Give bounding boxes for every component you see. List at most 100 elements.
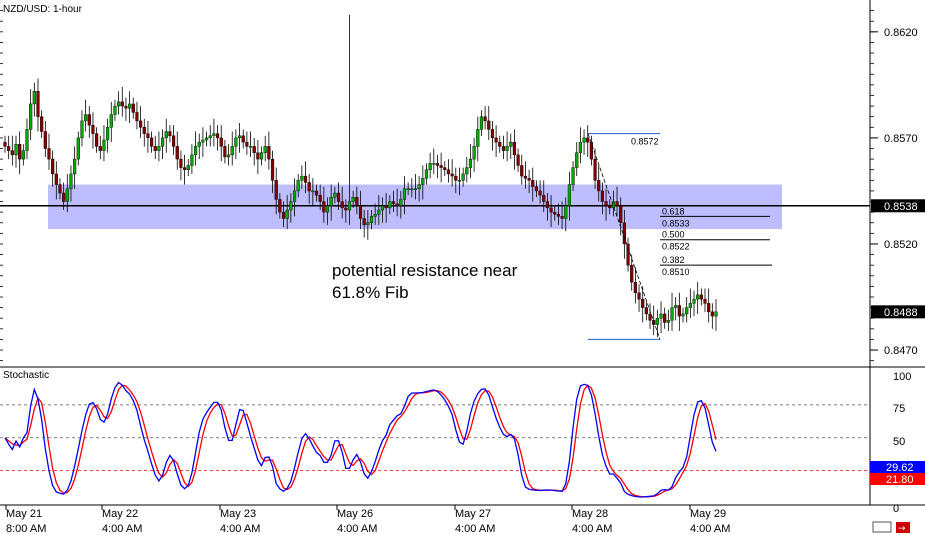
candle-body	[666, 320, 670, 323]
candle-body	[446, 169, 451, 175]
time-label-time: 4:00 AM	[455, 523, 495, 535]
candle-body	[549, 207, 553, 213]
candle-body	[351, 197, 355, 202]
candle-body	[523, 175, 528, 179]
candle-body	[439, 165, 443, 168]
scroll-mode-icon[interactable]	[872, 521, 892, 533]
current-price-tag-label: 0.8488	[884, 307, 918, 319]
candle-body	[388, 201, 392, 209]
candle-body	[252, 146, 256, 153]
candle-body	[703, 298, 707, 304]
candle-body	[175, 146, 179, 160]
candle-body	[208, 135, 212, 139]
candle-body	[564, 205, 568, 219]
candle-body	[182, 167, 187, 170]
candle-body	[73, 158, 77, 175]
candle-body	[87, 114, 91, 126]
candle-body	[494, 137, 498, 143]
candle-body	[377, 209, 381, 215]
price-tick-label-0: 0.8620	[884, 27, 918, 39]
fib-level-price-618: 0.8533	[662, 218, 690, 228]
candle-body	[18, 144, 22, 160]
candle-body	[223, 146, 227, 158]
time-label-date: May 26	[337, 508, 373, 520]
candle-body	[424, 169, 429, 179]
candle-body	[421, 177, 425, 185]
candle-body	[556, 214, 561, 217]
candle-body	[450, 173, 454, 177]
forex-chart[interactable]: NZD/USD: 1-hour 0.8572 0.618 0.8533 0.50…	[0, 0, 925, 535]
candle-body	[3, 141, 7, 147]
candle-body	[630, 264, 634, 283]
time-label-date: May 22	[102, 508, 138, 520]
candle-body	[157, 146, 161, 151]
price-tick-label-2: 0.8520	[884, 239, 918, 251]
candle-body	[193, 146, 198, 156]
candle-body	[615, 201, 619, 206]
candle-body	[14, 144, 18, 156]
candle-body	[498, 141, 502, 147]
candle-body	[263, 146, 267, 153]
candle-body	[124, 105, 128, 109]
candle-body	[117, 101, 121, 107]
candle-body	[692, 298, 696, 304]
candle-body	[47, 148, 51, 160]
candle-body	[604, 201, 608, 206]
candle-body	[325, 205, 330, 213]
candle-body	[197, 141, 201, 147]
time-label-time: 4:00 AM	[572, 523, 612, 535]
candle-body	[333, 192, 337, 198]
candle-body	[589, 141, 593, 160]
candle-body	[468, 158, 473, 168]
candle-body	[281, 211, 286, 219]
candle-body	[40, 116, 44, 132]
candle-body	[417, 184, 421, 190]
candle-body	[58, 184, 62, 194]
candle-body	[402, 188, 407, 200]
stoch-axis-label-75: 75	[893, 403, 905, 415]
candle-body	[509, 141, 513, 147]
time-label-time: 4:00 AM	[337, 523, 377, 535]
candle-body	[278, 199, 282, 213]
candle-body	[685, 307, 689, 315]
candle-body	[219, 137, 223, 147]
candle-body	[267, 146, 271, 160]
candle-body	[215, 133, 220, 139]
candle-body	[274, 180, 278, 200]
candle-body	[534, 186, 539, 192]
candle-body	[681, 313, 685, 317]
candle-body	[593, 158, 597, 181]
candle-body	[43, 131, 47, 149]
candle-body	[164, 131, 168, 139]
candle-body	[413, 188, 418, 191]
autoscroll-arrow: →	[898, 524, 906, 534]
candle-body	[688, 303, 692, 308]
candle-body	[296, 180, 300, 192]
time-label-date: May 21	[6, 508, 42, 520]
candle-body	[454, 175, 458, 181]
candle-body	[358, 205, 363, 219]
candle-body	[472, 146, 476, 160]
candle-body	[699, 294, 703, 300]
candle-body	[98, 146, 102, 151]
candle-body	[69, 173, 73, 190]
candle-body	[289, 201, 293, 211]
candle-body	[106, 127, 110, 141]
candle-body	[29, 103, 33, 130]
candle-body	[259, 152, 264, 160]
candle-body	[204, 137, 209, 141]
fib-level-ratio-500: 0.500	[662, 230, 685, 240]
candle-body	[113, 105, 117, 115]
candle-body	[7, 146, 11, 151]
candle-body	[501, 146, 506, 151]
candle-body	[234, 137, 238, 147]
candle-body	[553, 211, 557, 215]
candle-body	[663, 313, 667, 323]
candle-body	[76, 137, 80, 160]
candle-body	[461, 173, 465, 181]
candle-body	[153, 146, 157, 151]
stoch-d-tag-label: 21.80	[886, 474, 914, 486]
time-label-date: May 28	[572, 508, 608, 520]
time-label-time: 4:00 AM	[690, 523, 730, 535]
candle-body	[336, 192, 341, 202]
